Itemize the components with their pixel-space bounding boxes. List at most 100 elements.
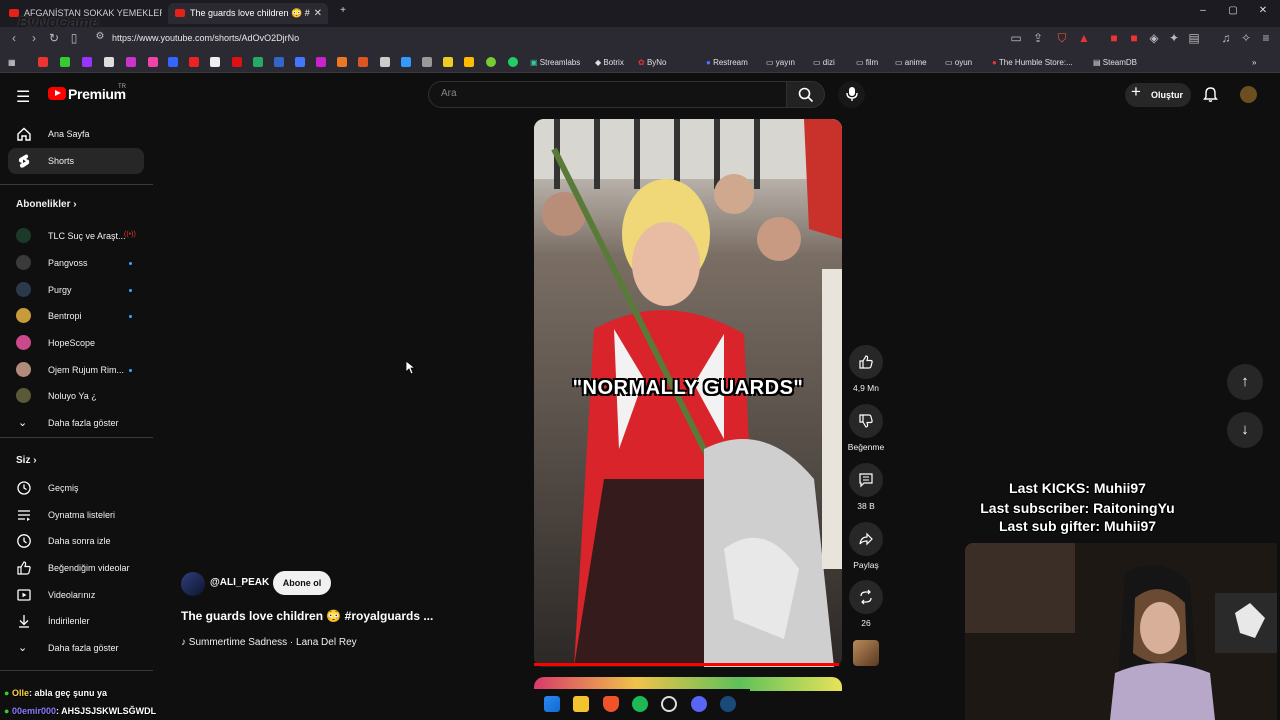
bookmark-folder-oyun[interactable]: ▭ oyun xyxy=(945,56,972,70)
share-page-icon[interactable]: ⇪ xyxy=(1030,31,1046,45)
share-button[interactable] xyxy=(849,522,883,556)
forward-icon[interactable]: › xyxy=(26,31,42,45)
bookmark-favicon-icon[interactable] xyxy=(232,57,242,67)
apps-grid-icon[interactable]: ▦ xyxy=(8,56,16,70)
bookmark-streamlabs[interactable]: ▣ Streamlabs xyxy=(530,56,580,70)
sidebar-subscription[interactable]: Bentropi xyxy=(0,303,153,329)
minimize-icon[interactable]: – xyxy=(1194,5,1212,16)
you-heading[interactable]: Siz › xyxy=(16,455,37,466)
channel-avatar[interactable] xyxy=(181,572,205,596)
obs-icon[interactable] xyxy=(661,696,677,712)
sidebar-subscription[interactable]: Purgy xyxy=(0,277,153,303)
sidebar-item-shorts[interactable]: Shorts xyxy=(8,148,144,174)
bookmark-restream[interactable]: ● Restream xyxy=(706,56,748,70)
brave-rewards-icon[interactable]: ▲ xyxy=(1076,31,1092,45)
sidebar-item-playlists[interactable]: Oynatma listeleri xyxy=(0,502,153,528)
sidebar-icon[interactable]: ▤ xyxy=(1186,31,1202,45)
bookmark-favicon-icon[interactable] xyxy=(210,57,220,67)
browser-tab-active[interactable]: The guards love children 😳 # ✕ xyxy=(168,3,328,24)
subscriptions-heading[interactable]: Abonelikler › xyxy=(16,199,77,210)
extensions-puzzle-icon[interactable]: ✦ xyxy=(1166,31,1182,45)
comments-button[interactable] xyxy=(849,463,883,497)
browser-menu-icon[interactable]: ≡ xyxy=(1258,31,1274,45)
bookmark-favicon-icon[interactable] xyxy=(82,57,92,67)
file-explorer-icon[interactable] xyxy=(573,696,589,712)
bookmark-favicon-icon[interactable] xyxy=(126,57,136,67)
like-button[interactable] xyxy=(849,345,883,379)
bookmark-favicon-icon[interactable] xyxy=(38,57,48,67)
extension-icon[interactable]: ■ xyxy=(1106,31,1122,45)
bookmark-folder-dizi[interactable]: ▭ dizi xyxy=(813,56,835,70)
bookmark-favicon-icon[interactable] xyxy=(464,57,474,67)
voice-search-button[interactable] xyxy=(838,81,865,108)
bookmark-favicon-icon[interactable] xyxy=(401,57,411,67)
sidebar-item-liked-videos[interactable]: Beğendiğim videolar xyxy=(0,555,153,581)
brave-browser-icon[interactable] xyxy=(603,696,619,712)
bookmark-favicon-icon[interactable] xyxy=(168,57,178,67)
bookmark-favicon-icon[interactable] xyxy=(422,57,432,67)
notifications-bell-icon[interactable] xyxy=(1202,86,1219,103)
short-title[interactable]: The guards love children 😳 #royalguards … xyxy=(181,609,433,623)
bookmark-favicon-icon[interactable] xyxy=(486,57,496,67)
bookmark-botrix[interactable]: ◆ Botrix xyxy=(595,56,624,70)
windows-start-icon[interactable] xyxy=(544,696,560,712)
bookmark-favicon-icon[interactable] xyxy=(148,57,158,67)
bookmark-byno[interactable]: ✿ ByNo xyxy=(638,56,667,70)
hamburger-menu-icon[interactable]: ☰ xyxy=(16,87,30,107)
music-thumbnail[interactable] xyxy=(853,640,879,666)
show-more-subscriptions[interactable]: ⌄ Daha fazla göster xyxy=(0,410,153,436)
close-window-icon[interactable]: ✕ xyxy=(1254,5,1272,16)
dislike-button[interactable] xyxy=(849,404,883,438)
bookmark-favicon-icon[interactable] xyxy=(337,57,347,67)
bookmark-favicon-icon[interactable] xyxy=(274,57,284,67)
sidebar-item-history[interactable]: Geçmiş xyxy=(0,475,153,501)
whatsapp-icon[interactable] xyxy=(508,57,518,67)
next-short-button[interactable]: ↓ xyxy=(1227,412,1263,448)
subscribe-button[interactable]: Abone ol xyxy=(273,571,331,595)
extension-icon[interactable]: ◈ xyxy=(1146,31,1162,45)
cast-icon[interactable]: ▭ xyxy=(1008,31,1024,45)
bookmark-favicon-icon[interactable] xyxy=(380,57,390,67)
bookmark-favicon-icon[interactable] xyxy=(189,57,199,67)
maximize-icon[interactable]: ▢ xyxy=(1224,5,1242,16)
bookmark-favicon-icon[interactable] xyxy=(358,57,368,67)
bookmark-favicon-icon[interactable] xyxy=(443,57,453,67)
spotify-icon[interactable] xyxy=(632,696,648,712)
bookmark-favicon-icon[interactable] xyxy=(60,57,70,67)
sidebar-item-home[interactable]: Ana Sayfa xyxy=(8,121,144,147)
close-tab-icon[interactable]: ✕ xyxy=(314,3,322,24)
search-button[interactable] xyxy=(787,81,825,108)
more-bookmarks-icon[interactable]: » xyxy=(1252,56,1256,70)
bookmark-folder-yayin[interactable]: ▭ yayın xyxy=(766,56,795,70)
sidebar-subscription[interactable]: Noluyo Ya ¿ xyxy=(0,383,153,409)
steam-icon[interactable] xyxy=(720,696,736,712)
bookmark-folder-film[interactable]: ▭ film xyxy=(856,56,878,70)
sidebar-item-downloads[interactable]: İndirilenler xyxy=(0,608,153,634)
sidebar-subscription[interactable]: Ojem Rujum Rim... xyxy=(0,357,153,383)
youtube-logo-icon[interactable] xyxy=(48,87,66,100)
reload-icon[interactable]: ↻ xyxy=(46,31,62,45)
previous-short-button[interactable]: ↑ xyxy=(1227,364,1263,400)
sidebar-subscription[interactable]: HopeScope xyxy=(0,330,153,356)
new-tab-icon[interactable]: + xyxy=(334,5,352,16)
remix-button[interactable] xyxy=(849,580,883,614)
sidebar-subscription[interactable]: Pangvoss xyxy=(0,250,153,276)
discord-icon[interactable] xyxy=(691,696,707,712)
sidebar-item-your-videos[interactable]: Videolarınız xyxy=(0,582,153,608)
media-icon[interactable]: ♫ xyxy=(1218,31,1234,45)
bookmark-humble-store[interactable]: ● The Humble Store:... xyxy=(992,56,1073,70)
site-info-icon[interactable]: ⚙ xyxy=(92,31,108,42)
bookmark-icon[interactable]: ▯ xyxy=(66,31,82,45)
brave-shield-icon[interactable]: ⛉ xyxy=(1054,31,1070,46)
sidebar-item-watch-later[interactable]: Daha sonra izle xyxy=(0,528,153,554)
bookmark-steamdb[interactable]: ▤ SteamDB xyxy=(1093,56,1137,70)
bookmark-folder-anime[interactable]: ▭ anime xyxy=(895,56,927,70)
sidebar-subscription[interactable]: TLC Suç ve Araşt... ((•)) xyxy=(0,223,153,249)
bookmark-favicon-icon[interactable] xyxy=(295,57,305,67)
search-input[interactable]: Ara xyxy=(428,81,787,108)
bookmark-favicon-icon[interactable] xyxy=(104,57,114,67)
short-music[interactable]: ♪ Summertime Sadness · Lana Del Rey xyxy=(181,637,357,648)
bookmark-favicon-icon[interactable] xyxy=(316,57,326,67)
extension-icon[interactable]: ■ xyxy=(1126,31,1142,45)
leo-icon[interactable]: ✧ xyxy=(1238,31,1254,45)
